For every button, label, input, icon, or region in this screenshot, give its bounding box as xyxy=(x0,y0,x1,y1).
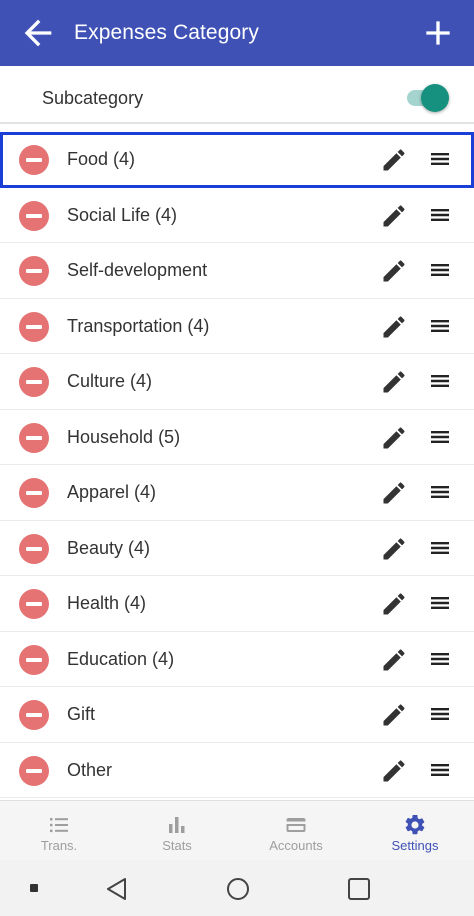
category-name: Household (5) xyxy=(67,426,181,447)
drag-handle-icon[interactable] xyxy=(428,591,452,615)
category-row-transportation[interactable]: Transportation (4) xyxy=(0,298,474,354)
category-row-health[interactable]: Health (4) xyxy=(0,576,474,632)
page-title: Expenses Category xyxy=(74,21,259,44)
category-name: Health (4) xyxy=(67,593,147,613)
drag-handle-icon[interactable] xyxy=(428,369,452,393)
drag-handle-icon[interactable] xyxy=(428,203,452,227)
bottom-navigation: Trans. Stats Accounts Settings xyxy=(0,800,474,860)
drag-handle-icon[interactable] xyxy=(428,147,452,171)
drag-handle-icon[interactable] xyxy=(428,258,452,282)
toggle-thumb xyxy=(421,84,449,112)
drag-handle-icon[interactable] xyxy=(428,314,452,338)
drag-handle-icon[interactable] xyxy=(428,702,452,726)
delete-icon[interactable] xyxy=(19,478,49,508)
gear-icon xyxy=(405,814,425,835)
drag-handle-icon[interactable] xyxy=(428,758,452,782)
category-name: Food (4) xyxy=(67,149,136,169)
system-navigation-bar xyxy=(0,860,474,916)
edit-pencil-icon[interactable] xyxy=(380,479,408,507)
category-name: Other xyxy=(67,759,113,780)
category-name: Apparel (4) xyxy=(67,482,157,502)
subcategory-toggle[interactable] xyxy=(405,84,449,112)
category-name: Gift xyxy=(67,704,96,724)
category-row-culture[interactable]: Culture (4) xyxy=(0,354,474,410)
home-circle-icon[interactable] xyxy=(225,876,251,902)
category-name: Transportation (4) xyxy=(67,315,210,336)
nav-label: Accounts xyxy=(269,838,323,853)
category-row-gift[interactable]: Gift xyxy=(0,687,474,743)
edit-pencil-icon[interactable] xyxy=(380,701,408,729)
recent-dot-icon xyxy=(30,884,38,892)
nav-settings[interactable]: Settings xyxy=(356,801,474,861)
nav-accounts[interactable]: Accounts xyxy=(237,801,355,861)
bar-chart-icon xyxy=(169,817,185,833)
category-row-household[interactable]: Household (5) xyxy=(0,409,474,465)
delete-icon[interactable] xyxy=(19,367,49,397)
category-row-other[interactable]: Other xyxy=(0,742,474,798)
nav-trans[interactable]: Trans. xyxy=(0,801,118,861)
subcategory-row: Subcategory xyxy=(0,66,474,124)
category-name: Beauty (4) xyxy=(67,537,151,558)
delete-icon[interactable] xyxy=(19,533,49,564)
back-arrow-icon[interactable] xyxy=(18,13,58,53)
edit-pencil-icon[interactable] xyxy=(380,257,408,285)
category-row-apparel[interactable]: Apparel (4) xyxy=(0,465,474,521)
card-icon xyxy=(286,818,306,832)
category-row-education[interactable]: Education (4) xyxy=(0,631,474,687)
category-list: Food (4) Social Life (4) Self-developmen… xyxy=(0,132,474,798)
edit-pencil-icon[interactable] xyxy=(380,590,408,618)
nav-label: Stats xyxy=(162,838,192,853)
nav-label: Settings xyxy=(391,838,439,853)
edit-pencil-icon[interactable] xyxy=(380,313,408,341)
delete-icon[interactable] xyxy=(19,422,49,453)
category-name: Culture (4) xyxy=(67,371,153,391)
delete-icon[interactable] xyxy=(19,200,49,231)
delete-icon[interactable] xyxy=(19,589,49,619)
delete-icon[interactable] xyxy=(19,145,49,175)
category-name: Education (4) xyxy=(67,648,175,669)
category-row-food[interactable]: Food (4) xyxy=(0,132,474,188)
category-row-self-development[interactable]: Self-development xyxy=(0,243,474,299)
edit-pencil-icon[interactable] xyxy=(380,757,408,785)
overview-square-icon[interactable] xyxy=(346,876,372,902)
category-name: Social Life (4) xyxy=(67,204,178,225)
delete-icon[interactable] xyxy=(19,644,49,675)
edit-pencil-icon[interactable] xyxy=(380,146,408,174)
drag-handle-icon[interactable] xyxy=(428,536,452,560)
edit-pencil-icon[interactable] xyxy=(380,646,408,674)
category-row-beauty[interactable]: Beauty (4) xyxy=(0,520,474,576)
category-name: Self-development xyxy=(67,260,208,280)
subcategory-label: Subcategory xyxy=(42,88,144,108)
delete-icon[interactable] xyxy=(19,755,49,786)
nav-label: Trans. xyxy=(40,838,78,853)
edit-pencil-icon[interactable] xyxy=(380,424,408,452)
category-row-social-life[interactable]: Social Life (4) xyxy=(0,187,474,243)
edit-pencil-icon[interactable] xyxy=(380,368,408,396)
drag-handle-icon[interactable] xyxy=(428,425,452,449)
edit-pencil-icon[interactable] xyxy=(380,202,408,230)
drag-handle-icon[interactable] xyxy=(428,480,452,504)
add-icon[interactable] xyxy=(418,13,458,53)
back-triangle-icon[interactable] xyxy=(104,876,130,902)
app-bar: Expenses Category xyxy=(0,0,474,66)
list-icon xyxy=(50,818,68,833)
drag-handle-icon[interactable] xyxy=(428,647,452,671)
delete-icon[interactable] xyxy=(19,311,49,342)
delete-icon[interactable] xyxy=(19,256,49,286)
nav-stats[interactable]: Stats xyxy=(118,801,236,861)
edit-pencil-icon[interactable] xyxy=(380,535,408,563)
delete-icon[interactable] xyxy=(19,700,49,730)
